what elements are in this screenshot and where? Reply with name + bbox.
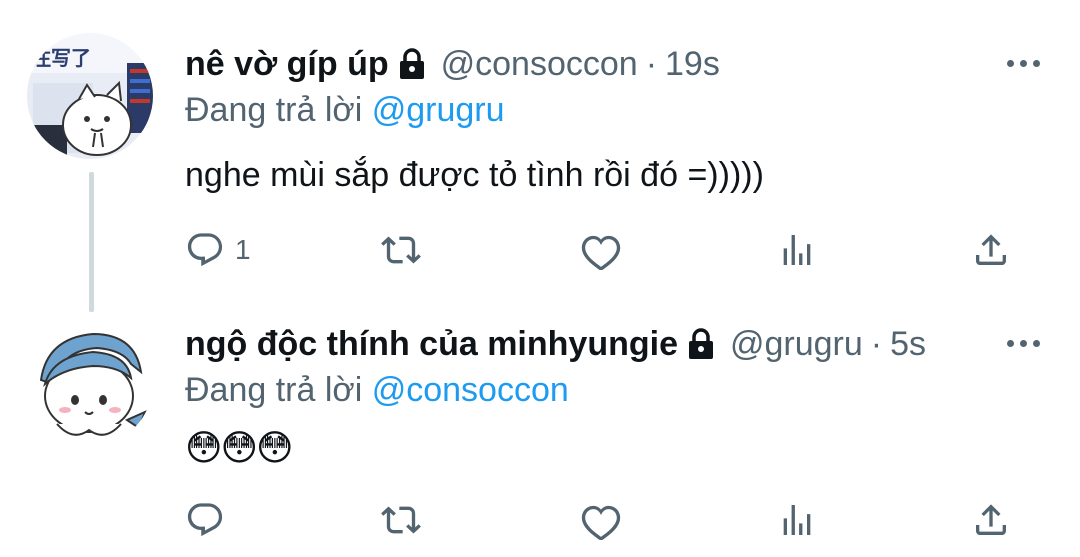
reply-count: 1 bbox=[235, 234, 251, 265]
like-icon bbox=[581, 235, 621, 270]
stats-button[interactable] bbox=[777, 498, 817, 542]
avatar[interactable]: 注写了 bbox=[27, 33, 153, 159]
stats-icon bbox=[783, 505, 811, 535]
action-bar: 1 bbox=[185, 228, 1025, 272]
tweet-text: 😳😳😳 bbox=[185, 427, 294, 468]
action-bar bbox=[185, 498, 1025, 542]
reply-prefix: Đang trả lời bbox=[185, 91, 363, 129]
tweet[interactable]: ngộ độc thính của minhyungie @grugru · 5… bbox=[0, 300, 1080, 557]
retweet-button[interactable] bbox=[381, 228, 421, 272]
handle[interactable]: @grugru bbox=[730, 324, 863, 364]
retweet-icon bbox=[381, 236, 421, 264]
lock-icon bbox=[399, 48, 424, 79]
stats-button[interactable] bbox=[777, 228, 817, 272]
retweet-button[interactable] bbox=[381, 498, 421, 542]
stats-icon bbox=[783, 235, 811, 265]
retweet-icon bbox=[381, 506, 421, 534]
reply-icon bbox=[187, 503, 223, 537]
tweet-header: nê vờ gíp úp @consoccon · 19s bbox=[185, 44, 720, 84]
like-button[interactable] bbox=[581, 228, 621, 272]
tweet-text: nghe mùi sắp được tỏ tình rồi đó =))))) bbox=[185, 156, 764, 194]
like-icon bbox=[581, 505, 621, 540]
like-button[interactable] bbox=[581, 498, 621, 542]
share-icon bbox=[976, 234, 1006, 265]
display-name[interactable]: nê vờ gíp úp bbox=[185, 44, 389, 84]
more-icon[interactable] bbox=[1007, 340, 1040, 347]
reply-button[interactable] bbox=[185, 498, 235, 542]
more-icon[interactable] bbox=[1007, 60, 1040, 67]
reply-icon bbox=[187, 233, 223, 267]
tweet[interactable]: 注写了 nê vờ gíp úp @consoccon · 19s Đang t… bbox=[0, 0, 1080, 312]
separator-dot: · bbox=[870, 325, 883, 363]
avatar-text: 注写了 bbox=[31, 46, 91, 70]
reply-mention[interactable]: @consoccon bbox=[372, 371, 569, 409]
lock-icon bbox=[688, 328, 713, 359]
avatar-image bbox=[27, 320, 153, 446]
separator-dot: · bbox=[645, 45, 658, 83]
share-button[interactable] bbox=[971, 228, 1011, 272]
timestamp[interactable]: 19s bbox=[665, 44, 720, 84]
reply-mention[interactable]: @grugru bbox=[372, 91, 505, 129]
reply-context: Đang trả lời @consoccon bbox=[185, 370, 569, 410]
avatar[interactable] bbox=[27, 320, 153, 446]
reply-button[interactable]: 1 bbox=[185, 228, 251, 272]
reply-context: Đang trả lời @grugru bbox=[185, 90, 505, 130]
tweet-header: ngộ độc thính của minhyungie @grugru · 5… bbox=[185, 324, 926, 364]
handle[interactable]: @consoccon bbox=[441, 44, 638, 84]
thread-line bbox=[89, 172, 94, 312]
display-name[interactable]: ngộ độc thính của minhyungie bbox=[185, 324, 678, 364]
timestamp[interactable]: 5s bbox=[890, 324, 926, 364]
share-button[interactable] bbox=[971, 498, 1011, 542]
reply-prefix: Đang trả lời bbox=[185, 371, 363, 409]
share-icon bbox=[976, 504, 1006, 535]
avatar-image: 注写了 bbox=[27, 33, 153, 159]
